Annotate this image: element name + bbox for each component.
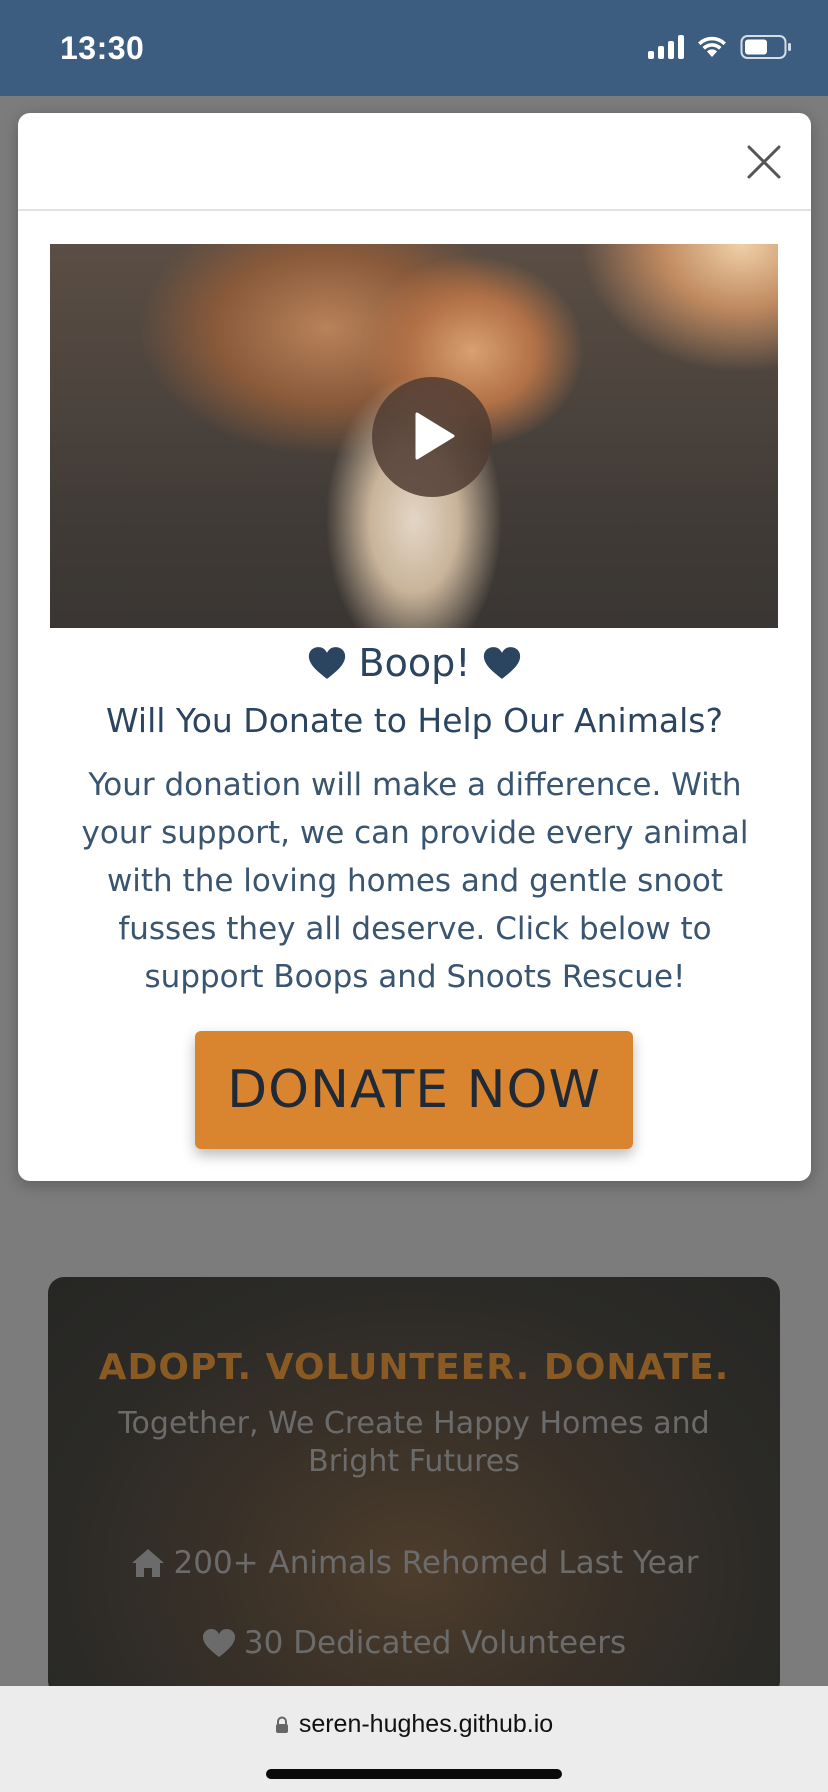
modal-title: Boop! [18,641,811,685]
home-icon [131,1549,164,1577]
stat-animals-rehomed: 200+ Animals Rehomed Last Year [48,1545,780,1581]
stat-text: 200+ Animals Rehomed Last Year [173,1545,699,1581]
wifi-icon [698,36,726,57]
donate-now-button[interactable]: DONATE NOW [195,1031,633,1149]
status-icons [648,34,792,60]
modal-header [18,113,811,211]
modal-body-text: Your donation will make a difference. Wi… [81,767,749,995]
heart-icon [202,1629,235,1657]
modal-title-text: Boop! [358,641,471,685]
stat-text: 30 Dedicated Volunteers [243,1625,627,1661]
status-bar: 13:30 [0,0,828,96]
lock-icon [275,1716,288,1733]
status-time: 13:30 [60,30,145,66]
donate-modal: Boop! Will You Donate to Help Our Animal… [18,113,811,1181]
heart-icon [484,647,521,679]
battery-icon [740,35,791,59]
modal-subtitle: Will You Donate to Help Our Animals? [106,701,723,740]
play-icon [415,412,455,460]
address-bar[interactable]: seren-hughes.github.io [0,1710,828,1739]
browser-bottom-bar: seren-hughes.github.io [0,1686,828,1792]
home-indicator[interactable] [266,1769,562,1779]
hero-card: ADOPT. VOLUNTEER. DONATE. Together, We C… [48,1277,780,1697]
hero-title: ADOPT. VOLUNTEER. DONATE. [98,1347,730,1388]
heart-icon [308,647,345,679]
url-text: seren-hughes.github.io [298,1710,554,1738]
stat-volunteers: 30 Dedicated Volunteers [48,1625,780,1661]
play-button[interactable] [372,377,492,497]
close-icon[interactable] [745,143,783,181]
hero-subtitle: Together, We Create Happy Homes and Brig… [118,1406,710,1479]
cellular-signal-icon [648,35,684,59]
video-player[interactable] [50,244,778,628]
